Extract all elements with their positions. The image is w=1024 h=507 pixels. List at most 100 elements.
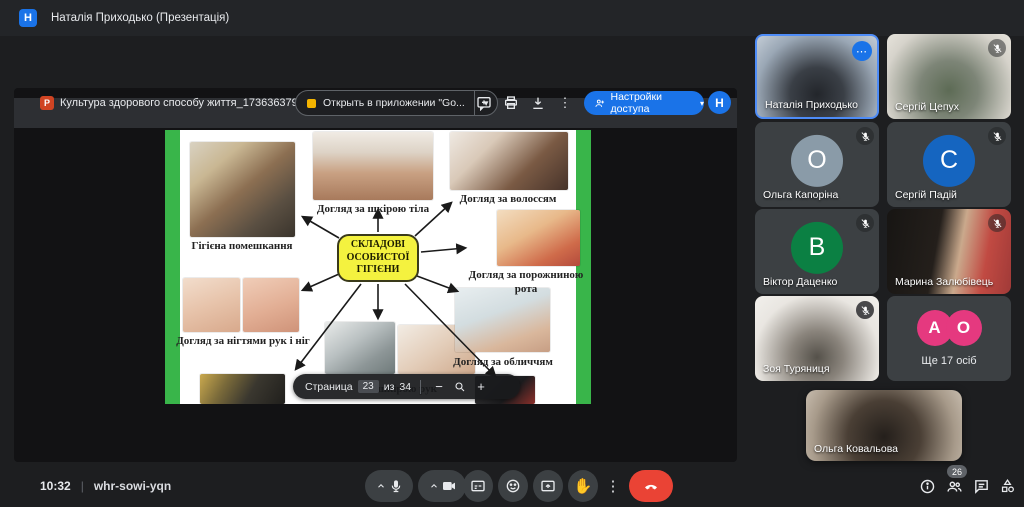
participant-tile-kaporina[interactable]: О Ольга Капоріна: [755, 122, 879, 207]
photo-feet: [183, 278, 240, 332]
participant-name: Ольга Капоріна: [763, 189, 838, 201]
page-label: Страница: [305, 381, 353, 393]
slide-green-bar-right: [576, 130, 591, 404]
photo-faucet: [325, 322, 395, 374]
meet-window: Н Наталія Приходько (Презентація) P Куль…: [0, 0, 1024, 507]
presenter-avatar: Н: [19, 9, 37, 27]
page-of-label: из: [384, 381, 395, 393]
people-icon: [946, 478, 963, 495]
show-participants-button[interactable]: [946, 478, 963, 495]
participant-name: Наталія Приходько: [765, 99, 858, 111]
mic-muted-icon: [988, 39, 1006, 57]
camera-options-chevron-icon[interactable]: [427, 481, 441, 491]
account-avatar[interactable]: Н: [708, 91, 731, 114]
meeting-info: 10:32 | whr-sowi-yqn: [40, 479, 171, 493]
participant-tile-zoya[interactable]: Зоя Туряниця: [755, 296, 879, 381]
presentation-title: Наталія Приходько (Презентація): [51, 12, 229, 24]
share-settings-label: Настройки доступа: [610, 91, 693, 115]
zoom-lens-icon[interactable]: [454, 381, 466, 393]
more-options-button[interactable]: ⋮: [601, 470, 625, 502]
chat-icon: [973, 478, 990, 495]
person-add-icon: [594, 97, 605, 110]
central-topic-box: СКЛАДОВІ ОСОБИСТОЇ ГІГІЄНИ: [337, 234, 419, 282]
camera-icon: [441, 478, 457, 494]
page-current-input[interactable]: 23: [358, 380, 379, 393]
participant-name: Зоя Туряниця: [763, 363, 830, 375]
captions-button[interactable]: [463, 470, 493, 502]
open-in-app-label: Открыть в приложении "Go...: [323, 97, 465, 109]
mic-button[interactable]: [365, 470, 413, 502]
zoom-out-button[interactable]: −: [430, 379, 448, 394]
pptx-file-icon: P: [40, 96, 54, 110]
download-icon[interactable]: [530, 95, 546, 111]
participant-name: Сергій Цепух: [895, 101, 959, 113]
mic-muted-icon: [856, 214, 874, 232]
photo-nail-care: [243, 278, 299, 332]
open-in-app-button[interactable]: Открыть в приложении "Go... ▾: [295, 90, 498, 116]
slide-canvas: Гігієна помешкання Догляд за шкірою тіла…: [165, 130, 591, 404]
more-participants-label: Ще 17 осіб: [921, 355, 976, 367]
photo-shoe-care: [200, 374, 285, 404]
meeting-details-button[interactable]: [919, 478, 936, 495]
participant-name: Сергій Падій: [895, 189, 957, 201]
end-call-button[interactable]: [629, 470, 673, 502]
participant-name: Марина Залюбівець: [895, 276, 993, 288]
zoom-in-button[interactable]: +: [472, 379, 490, 394]
emoji-icon: [505, 478, 521, 494]
label-nails: Догляд за нігтями рук і ніг: [173, 335, 313, 349]
raise-hand-button[interactable]: ✋: [568, 470, 598, 502]
avatar: С: [923, 134, 975, 186]
label-housing: Гігієна помешкання: [177, 240, 307, 254]
mic-icon: [388, 478, 404, 494]
participant-name: Ольга Ковальова: [814, 443, 898, 455]
participant-tile-padiy[interactable]: С Сергій Падій: [887, 122, 1011, 207]
file-name: Культура здорового способу життя_1736363…: [60, 97, 328, 109]
reactions-button[interactable]: [498, 470, 528, 502]
more-participants-tile[interactable]: А О Ще 17 осіб: [887, 296, 1011, 381]
photo-hair-care: [450, 132, 568, 190]
mic-muted-icon: [856, 127, 874, 145]
label-hair: Догляд за волоссям: [437, 193, 579, 207]
more-vertical-icon: ⋮: [606, 477, 621, 495]
captions-icon: [470, 478, 486, 494]
participant-count-badge: 26: [947, 465, 967, 478]
end-call-icon: [643, 478, 659, 494]
info-icon: [919, 478, 936, 495]
share-settings-button[interactable]: Настройки доступа ▾: [584, 91, 704, 115]
page-control: Страница 23 из 34 − +: [293, 374, 520, 399]
photo-face-washing: [455, 288, 550, 352]
participant-tile-maryna[interactable]: Марина Залюбівець: [887, 209, 1011, 294]
mic-muted-icon: [988, 127, 1006, 145]
avatar: В: [791, 221, 843, 273]
toolbar-more-icon[interactable]: ⋮: [557, 95, 573, 111]
photo-mouth-care: [497, 210, 580, 266]
page-total: 34: [399, 381, 411, 393]
camera-button[interactable]: [418, 470, 466, 502]
slide-green-bar-left: [165, 130, 180, 404]
participant-tile-kovalova[interactable]: Ольга Ковальова: [806, 390, 962, 461]
add-comment-icon[interactable]: [476, 95, 492, 111]
participant-tile-datsenko[interactable]: В Віктор Даценко: [755, 209, 879, 294]
meeting-code: whr-sowi-yqn: [94, 479, 171, 493]
overflow-avatar: О: [946, 310, 982, 346]
top-bar: Н Наталія Приходько (Презентація): [0, 0, 1024, 36]
label-mouth: Догляд за порожниною рота: [467, 269, 585, 297]
participant-tile-tsepukh[interactable]: Сергій Цепух: [887, 34, 1011, 119]
participant-tile-natalia[interactable]: ⋯ Наталія Приходько: [755, 34, 879, 119]
mic-muted-icon: [988, 214, 1006, 232]
mic-options-chevron-icon[interactable]: [374, 481, 388, 491]
activities-button[interactable]: [999, 478, 1016, 495]
chat-button[interactable]: [973, 478, 990, 495]
print-icon[interactable]: [503, 95, 519, 111]
photo-housing-hygiene: [190, 142, 295, 237]
slides-app-icon: [307, 99, 316, 108]
participant-name: Віктор Даценко: [763, 276, 837, 288]
present-screen-icon: [540, 478, 556, 494]
hand-icon: ✋: [574, 477, 593, 495]
present-button[interactable]: [533, 470, 563, 502]
photo-body-skin-care: [313, 132, 433, 200]
label-body-skin: Догляд за шкірою тіла: [307, 203, 439, 217]
avatar: О: [791, 134, 843, 186]
mic-muted-icon: [856, 301, 874, 319]
tile-menu-button[interactable]: ⋯: [852, 41, 872, 61]
